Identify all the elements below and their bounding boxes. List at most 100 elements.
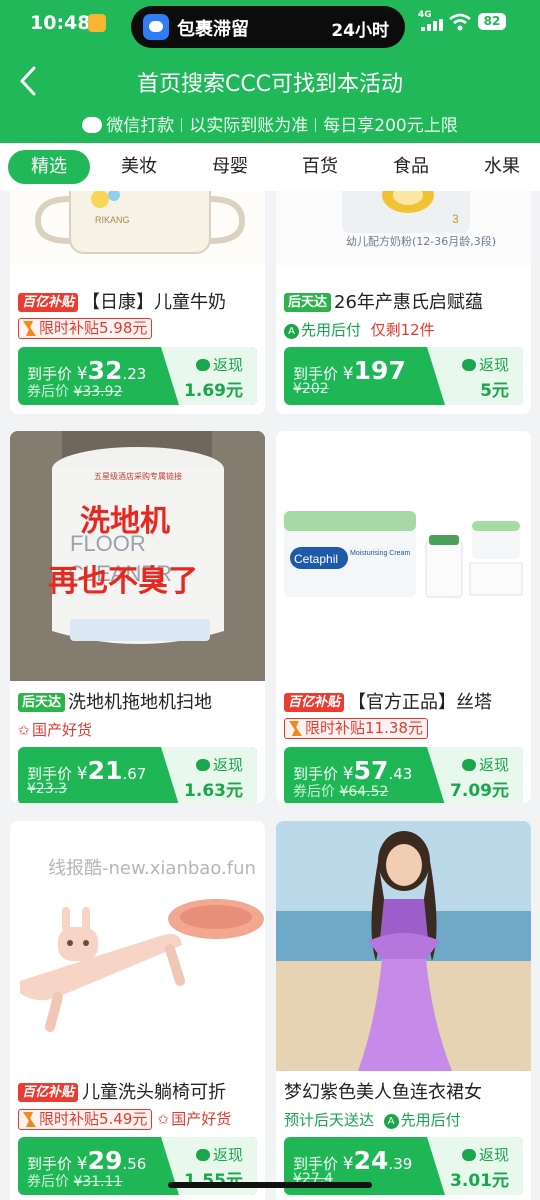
coupon-price: 券后价 ¥31.11 [27,1174,123,1190]
cashback-label: 返现 [461,754,509,775]
product-card[interactable]: FLOOR CLEANER 五星级酒店采购专属链接 洗地机 再也不臭了 后天达洗… [10,431,265,803]
product-grid: RIKANG 百亿补贴 【日康】儿童牛奶 限时补贴5.98元 到手价 ¥32.23… [0,191,540,1200]
cashback-label: 返现 [195,1144,243,1165]
tab-beauty[interactable]: 美妆 [105,150,173,184]
product-promo: A 先用后付 仅剩12件 [284,319,525,341]
package-app-icon [143,14,169,40]
subsidy-tag: 百亿补贴 [18,1083,79,1102]
product-promo: 限时补贴11.38元 [284,718,525,740]
product-card[interactable]: RIKANG 百亿补贴 【日康】儿童牛奶 限时补贴5.98元 到手价 ¥32.23… [10,191,265,414]
price-box[interactable]: 到手价 ¥57.43 券后价 ¥64.52 返现 7.09元 [284,747,523,803]
domestic-goods-text: 国产好货 [171,1110,232,1128]
image-sub: Moisturising Cream [350,550,410,557]
payout-info-bar: 微信打款 以实际到账为准 每日享200元上限 [0,111,540,136]
wifi-icon [449,13,471,31]
cashback-value: 5元 [480,381,509,401]
island-text: 包裹滞留 [177,19,249,40]
product-title[interactable]: 百亿补贴 儿童洗头躺椅可折 [18,1078,259,1104]
cashback-value: 1.69元 [184,381,243,401]
product-title[interactable]: 后天达 26年产惠氏启赋蕴 [284,288,525,314]
product-card[interactable]: 梦幻紫色美人鱼连衣裙女 预计后天送达 A 先用后付 到手价 ¥24.39 ¥27.… [276,821,531,1200]
app-header: 10:48 包裹滞留 24小时 4G 82 首页搜索CCC可找到本活动 微信打款… [0,0,540,143]
subsidy-tag: 百亿补贴 [284,693,345,712]
coupon-price: 券后价 ¥33.92 [27,384,123,400]
product-card[interactable]: Cetaphil Moisturising Cream 百亿补贴 【官方正品】丝塔… [276,431,531,803]
category-tabs: 精选 美妆 母婴 百货 食品 水果 [0,143,540,191]
status-bar: 10:48 包裹滞留 24小时 4G 82 [0,0,540,50]
product-promo: 预计后天送达 A 先用后付 [284,1109,525,1131]
product-image[interactable]: RIKANG [10,191,265,265]
star-icon: ✩ [18,723,30,739]
signal-icon [421,19,443,31]
wechat-icon [82,117,103,133]
time-limited-subsidy-badge: 限时补贴5.49元 [18,1109,153,1130]
home-indicator[interactable] [168,1182,372,1188]
image-brand: Cetaphil [294,552,338,566]
cashback-icon [461,359,476,371]
product-promo: 限时补贴5.98元 [18,318,259,340]
status-time: 10:48 [30,12,91,34]
star-icon: ✩ [157,1112,169,1128]
product-image[interactable]: Cetaphil Moisturising Cream [276,431,531,681]
tab-general[interactable]: 百货 [286,150,354,184]
dynamic-island[interactable]: 包裹滞留 24小时 [131,6,405,48]
cashback-label: 返现 [195,754,243,775]
cashback-icon [461,759,476,771]
tab-fruit[interactable]: 水果 [468,150,536,184]
tab-baby[interactable]: 母婴 [196,150,264,184]
price-box[interactable]: 到手价 ¥32.23 券后价 ¥33.92 返现 1.69元 [18,347,257,405]
coupon-price: 券后价 ¥64.52 [293,784,389,800]
payout-info-2: 以实际到账为准 [189,116,309,136]
product-image[interactable] [276,821,531,1071]
image-headline: 洗地机 [80,504,170,539]
time-limited-subsidy-badge: 限时补贴5.98元 [18,318,153,339]
cashback-label: 返现 [461,1144,509,1165]
cashback-icon [195,1149,210,1161]
payout-info-1: 微信打款 [106,116,175,136]
price-box[interactable]: 到手价 ¥21.67 ¥23.3 返现 1.63元 [18,747,257,803]
watermark: 线报酷-new.xianbao.fun [48,858,256,879]
pay-later-icon: A [284,324,299,339]
cashback-value: 1.63元 [184,781,243,801]
cashback-icon [195,359,210,371]
image-top-text: 五星级酒店采购专属链接 [94,471,182,481]
pay-later-text: 先用后付 [301,321,362,339]
svg-text:幼儿配方奶粉(12-36月龄,3段): 幼儿配方奶粉(12-36月龄,3段) [346,234,496,248]
cashback-value: 3.01元 [450,1171,509,1191]
cashback-icon [461,1149,476,1161]
cashback-icon [195,759,210,771]
cashback-value: 7.09元 [450,781,509,801]
product-title[interactable]: 梦幻紫色美人鱼连衣裙女 [284,1078,525,1104]
cashback-label: 返现 [461,354,509,375]
cashback-label: 返现 [195,354,243,375]
pay-later-icon: A [383,1114,399,1129]
product-title[interactable]: 百亿补贴 【日康】儿童牛奶 [18,288,259,314]
subsidy-tag: 百亿补贴 [18,293,79,312]
svg-text:3: 3 [452,212,459,226]
tab-featured[interactable]: 精选 [8,150,90,184]
tab-food[interactable]: 食品 [377,150,445,184]
domestic-goods-text: 国产好货 [32,721,93,739]
product-promo: ✩ 国产好货 [18,719,259,741]
pay-later-text: 先用后付 [400,1111,461,1129]
fast-delivery-tag: 后天达 [284,293,332,312]
notification-badge-icon [88,14,106,32]
product-image[interactable]: FLOOR CLEANER 五星级酒店采购专属链接 洗地机 再也不臭了 [10,431,265,681]
delivery-estimate: 预计后天送达 [284,1111,375,1129]
coupon-price: ¥23.3 [27,781,68,797]
product-title[interactable]: 百亿补贴 【官方正品】丝塔 [284,688,525,714]
svg-text:RIKANG: RIKANG [95,215,130,225]
product-promo: 限时补贴5.49元 ✩ 国产好货 [18,1108,259,1130]
page-title: 首页搜索CCC可找到本活动 [136,72,404,97]
image-subheadline: 再也不臭了 [48,564,198,599]
product-image[interactable]: 3 幼儿配方奶粉(12-36月龄,3段) [276,191,531,265]
stock-left: 仅剩12件 [370,321,435,339]
coupon-price: ¥202 [293,381,329,397]
price-box[interactable]: 到手价 ¥197 ¥202 返现 5元 [284,347,523,405]
product-title[interactable]: 后天达 洗地机拖地机扫地 [18,688,259,714]
fast-delivery-tag: 后天达 [18,693,66,712]
product-card[interactable]: 3 幼儿配方奶粉(12-36月龄,3段) 后天达 26年产惠氏启赋蕴 A 先用后付 … [276,191,531,414]
payout-info-3: 每日享200元上限 [323,116,458,136]
time-limited-subsidy-badge: 限时补贴11.38元 [284,718,428,739]
battery-icon: 82 [478,13,506,30]
